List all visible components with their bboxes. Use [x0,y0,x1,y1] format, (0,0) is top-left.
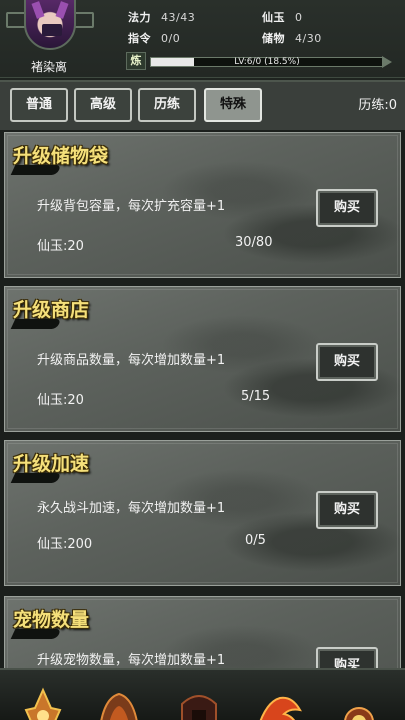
avatar[interactable] [24,0,76,50]
stat-order-label: 指令 [128,32,151,45]
card-description: 升级商品数量，每次增加数量+1 [37,353,226,368]
cultivation-badge: 炼 [126,52,146,70]
stat-storage-value: 4/30 [295,32,322,45]
card-progress: 5/15 [241,389,271,404]
shop-tab-bar: 普通 高级 历练 特殊 历练:0 [0,80,405,130]
stat-jade: 仙玉 0 [262,9,303,25]
buy-button[interactable]: 购买 [316,491,378,529]
stat-mana-label: 法力 [128,11,151,24]
stat-jade-value: 0 [295,11,303,24]
card-cost: 仙玉:200 [37,537,93,552]
upgrade-list[interactable]: 升级储物袋 升级背包容量，每次扩充容量+1 仙玉:20 30/80 购买 升级商… [0,130,405,668]
card-title: 升级加速 [13,453,90,475]
brush-stroke-decoration [10,319,62,329]
card-description: 升级背包容量，每次扩充容量+1 [37,199,226,214]
stat-storage: 储物 4/30 [262,30,322,46]
phoenix-icon[interactable] [254,684,304,720]
character-name: 褚染离 [30,60,67,74]
card-cost: 仙玉:20 [37,239,84,254]
sun-emblem-icon[interactable] [334,684,384,720]
tab-special[interactable]: 特殊 [204,88,262,122]
stat-mana: 法力 43/43 [128,9,195,25]
card-title: 升级储物袋 [13,145,109,167]
upgrade-card-shop: 升级商店 升级商品数量，每次增加数量+1 仙玉:20 5/15 购买 [4,286,401,432]
buy-button[interactable]: 购买 [316,343,378,381]
buy-button[interactable]: 购买 [316,647,378,668]
brush-stroke-decoration [10,473,62,483]
upgrade-card-pet: 宠物数量 升级宠物数量，每次增加数量+1 购买 [4,596,401,668]
player-header: 褚染离 法力 43/43 指令 0/0 仙玉 0 储物 4/30 炼 LV:6/0 (1… [0,0,405,78]
arrow-right-icon [382,56,392,68]
stat-jade-label: 仙玉 [262,11,285,24]
tab-training[interactable]: 历练 [138,88,196,122]
upgrade-card-speed: 升级加速 永久战斗加速，每次增加数量+1 仙玉:200 0/5 购买 [4,440,401,586]
card-progress: 30/80 [235,235,273,250]
brush-stroke-decoration [10,165,62,175]
face-mask [42,24,62,36]
brush-stroke-decoration [10,629,62,639]
upgrade-card-storage: 升级储物袋 升级背包容量，每次扩充容量+1 仙玉:20 30/80 购买 [4,132,401,278]
avatar-frame[interactable] [6,0,94,58]
gate-arch-icon[interactable] [174,684,224,720]
card-cost: 仙玉:20 [37,393,84,408]
buy-button[interactable]: 购买 [316,189,378,227]
flame-emblem-icon[interactable] [18,684,68,720]
experience-text: LV:6/0 (18.5%) [234,57,300,67]
hair-ornament-left [31,1,45,19]
card-description: 永久战斗加速，每次增加数量+1 [37,501,226,516]
experience-count: 历练:0 [358,98,397,113]
stat-order-value: 0/0 [161,32,181,45]
card-title: 宠物数量 [13,609,90,631]
card-description: 升级宠物数量，每次增加数量+1 [37,653,226,668]
stat-storage-label: 储物 [262,32,285,45]
stat-mana-value: 43/43 [161,11,196,24]
tab-advanced[interactable]: 高级 [74,88,132,122]
tab-normal[interactable]: 普通 [10,88,68,122]
stat-order: 指令 0/0 [128,30,180,46]
bottom-navigation [0,668,405,720]
ornate-crest-icon[interactable] [94,684,144,720]
card-title: 升级商店 [13,299,90,321]
hair-ornament-right [55,1,69,19]
experience-bar-row: 炼 LV:6/0 (18.5%) [122,52,392,70]
card-progress: 0/5 [245,533,266,548]
